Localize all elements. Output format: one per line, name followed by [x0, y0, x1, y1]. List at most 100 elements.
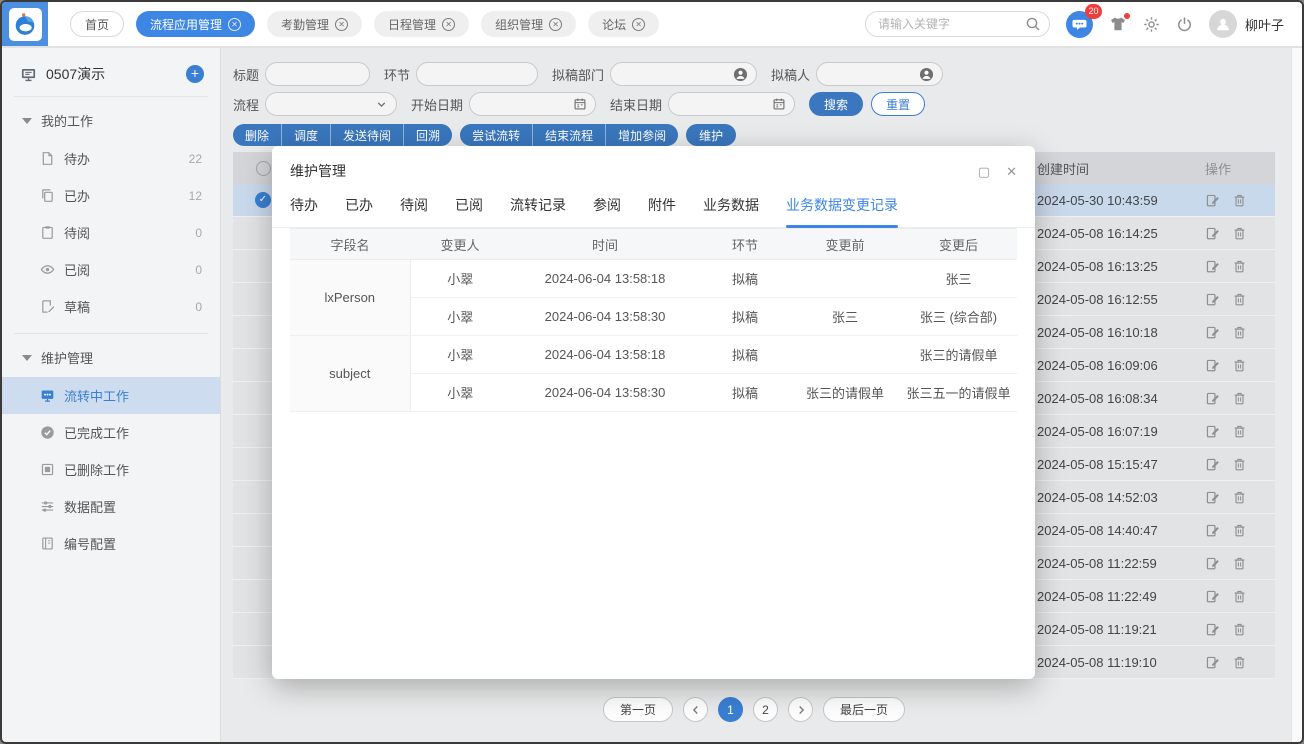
edit-button[interactable] — [1205, 358, 1220, 373]
close-tab-icon[interactable]: ✕ — [632, 18, 645, 31]
sidebar-item-done[interactable]: 已办 12 — [2, 177, 220, 214]
calendar-icon[interactable] — [573, 97, 587, 111]
edit-button[interactable] — [1205, 391, 1220, 406]
title-input[interactable] — [265, 62, 370, 86]
sidebar-item-draft[interactable]: 草稿 0 — [2, 288, 220, 325]
close-icon[interactable]: ✕ — [1006, 165, 1017, 178]
delete-row-button[interactable] — [1232, 292, 1247, 307]
edit-button[interactable] — [1205, 424, 1220, 439]
theme-button[interactable] — [1109, 15, 1127, 33]
edit-button[interactable] — [1205, 259, 1220, 274]
calendar-icon[interactable] — [772, 97, 786, 111]
nav-tab-process-app[interactable]: 流程应用管理✕ — [136, 11, 255, 37]
section-maintenance[interactable]: 维护管理 — [2, 336, 220, 377]
delete-row-button[interactable] — [1232, 655, 1247, 670]
nav-tab-attendance[interactable]: 考勤管理✕ — [267, 11, 362, 37]
nav-tab-organization[interactable]: 组织管理✕ — [481, 11, 576, 37]
sidebar-item-todo[interactable]: 待办 22 — [2, 140, 220, 177]
messages-button[interactable]: 20 — [1066, 11, 1093, 38]
modal-tab-reference[interactable]: 参阅 — [593, 195, 621, 227]
edit-button[interactable] — [1205, 490, 1220, 505]
modal-tab-business-data-change-log[interactable]: 业务数据变更记录 — [786, 195, 898, 227]
modal-tab-attachment[interactable]: 附件 — [648, 195, 676, 227]
step-input[interactable] — [416, 62, 538, 86]
reset-button[interactable]: 重置 — [871, 92, 925, 116]
page-button-1[interactable]: 1 — [718, 697, 743, 722]
prev-page-button[interactable] — [683, 697, 708, 722]
close-tab-icon[interactable]: ✕ — [549, 18, 562, 31]
sidebar-item-deleted-work[interactable]: 已删除工作 — [2, 451, 220, 488]
try-flow-button[interactable]: 尝试流转 — [460, 124, 533, 146]
dispatch-button[interactable]: 调度 — [282, 124, 331, 146]
edit-button[interactable] — [1205, 523, 1220, 538]
edit-button[interactable] — [1205, 589, 1220, 604]
logout-button[interactable] — [1176, 16, 1193, 33]
nav-tab-home[interactable]: 首页 — [70, 11, 124, 37]
edit-button[interactable] — [1205, 457, 1220, 472]
delete-row-button[interactable] — [1232, 325, 1247, 340]
person-circle-icon[interactable] — [919, 67, 934, 82]
maximize-icon[interactable]: ▢ — [978, 165, 990, 178]
delete-row-button[interactable] — [1232, 556, 1247, 571]
select-all-checkbox[interactable] — [256, 161, 271, 176]
edit-button[interactable] — [1205, 655, 1220, 670]
close-tab-icon[interactable]: ✕ — [228, 18, 241, 31]
modal-tab-business-data[interactable]: 业务数据 — [703, 195, 759, 227]
send-to-read-button[interactable]: 发送待阅 — [331, 124, 404, 146]
nav-tab-forum[interactable]: 论坛✕ — [588, 11, 659, 37]
person-circle-icon[interactable] — [733, 67, 748, 82]
modal-tab-done[interactable]: 已办 — [345, 195, 373, 227]
sidebar-item-in-flow-work[interactable]: 流转中工作 — [2, 377, 220, 414]
edit-button[interactable] — [1205, 193, 1220, 208]
delete-row-button[interactable] — [1232, 424, 1247, 439]
row-checkbox-checked[interactable]: ✓ — [255, 192, 271, 208]
first-page-button[interactable]: 第一页 — [603, 697, 673, 722]
rollback-button[interactable]: 回溯 — [404, 124, 452, 146]
edit-button[interactable] — [1205, 226, 1220, 241]
sidebar-item-to-read[interactable]: 待阅 0 — [2, 214, 220, 251]
modal-tab-todo[interactable]: 待办 — [290, 195, 318, 227]
delete-row-button[interactable] — [1232, 391, 1247, 406]
flow-select[interactable] — [265, 92, 397, 116]
search-button[interactable]: 搜索 — [809, 92, 863, 116]
modal-tab-to-read[interactable]: 待阅 — [400, 195, 428, 227]
delete-row-button[interactable] — [1232, 589, 1247, 604]
global-search-input[interactable] — [865, 11, 1050, 37]
edit-button[interactable] — [1205, 622, 1220, 637]
edit-button[interactable] — [1205, 292, 1220, 307]
user-menu[interactable]: 柳叶子 — [1209, 10, 1284, 38]
last-page-button[interactable]: 最后一页 — [823, 697, 905, 722]
add-reader-button[interactable]: 增加参阅 — [606, 124, 678, 146]
page-button-2[interactable]: 2 — [753, 697, 778, 722]
close-tab-icon[interactable]: ✕ — [442, 18, 455, 31]
app-logo[interactable] — [2, 2, 48, 46]
delete-row-button[interactable] — [1232, 259, 1247, 274]
delete-row-button[interactable] — [1232, 193, 1247, 208]
end-flow-button[interactable]: 结束流程 — [533, 124, 606, 146]
edit-button[interactable] — [1205, 325, 1220, 340]
delete-row-button[interactable] — [1232, 622, 1247, 637]
close-tab-icon[interactable]: ✕ — [335, 18, 348, 31]
delete-row-button[interactable] — [1232, 457, 1247, 472]
delete-row-button[interactable] — [1232, 523, 1247, 538]
add-workspace-button[interactable]: + — [186, 65, 204, 83]
delete-button[interactable]: 删除 — [233, 124, 282, 146]
drafter-input[interactable] — [816, 62, 943, 86]
section-my-work[interactable]: 我的工作 — [2, 99, 220, 140]
modal-tab-flow-record[interactable]: 流转记录 — [510, 195, 566, 227]
sidebar-item-completed-work[interactable]: 已完成工作 — [2, 414, 220, 451]
search-icon[interactable] — [1025, 16, 1041, 32]
end-date-input[interactable] — [668, 92, 795, 116]
delete-row-button[interactable] — [1232, 226, 1247, 241]
sidebar-item-read[interactable]: 已阅 0 — [2, 251, 220, 288]
sidebar-item-data-config[interactable]: 数据配置 — [2, 488, 220, 525]
sidebar-item-number-config[interactable]: 编号配置 — [2, 525, 220, 562]
start-date-input[interactable] — [469, 92, 596, 116]
draft-dept-input[interactable] — [610, 62, 757, 86]
settings-button[interactable] — [1143, 16, 1160, 33]
edit-button[interactable] — [1205, 556, 1220, 571]
scrollbar[interactable] — [1291, 48, 1302, 744]
maintain-button[interactable]: 维护 — [686, 124, 736, 146]
modal-tab-read[interactable]: 已阅 — [455, 195, 483, 227]
nav-tab-schedule[interactable]: 日程管理✕ — [374, 11, 469, 37]
